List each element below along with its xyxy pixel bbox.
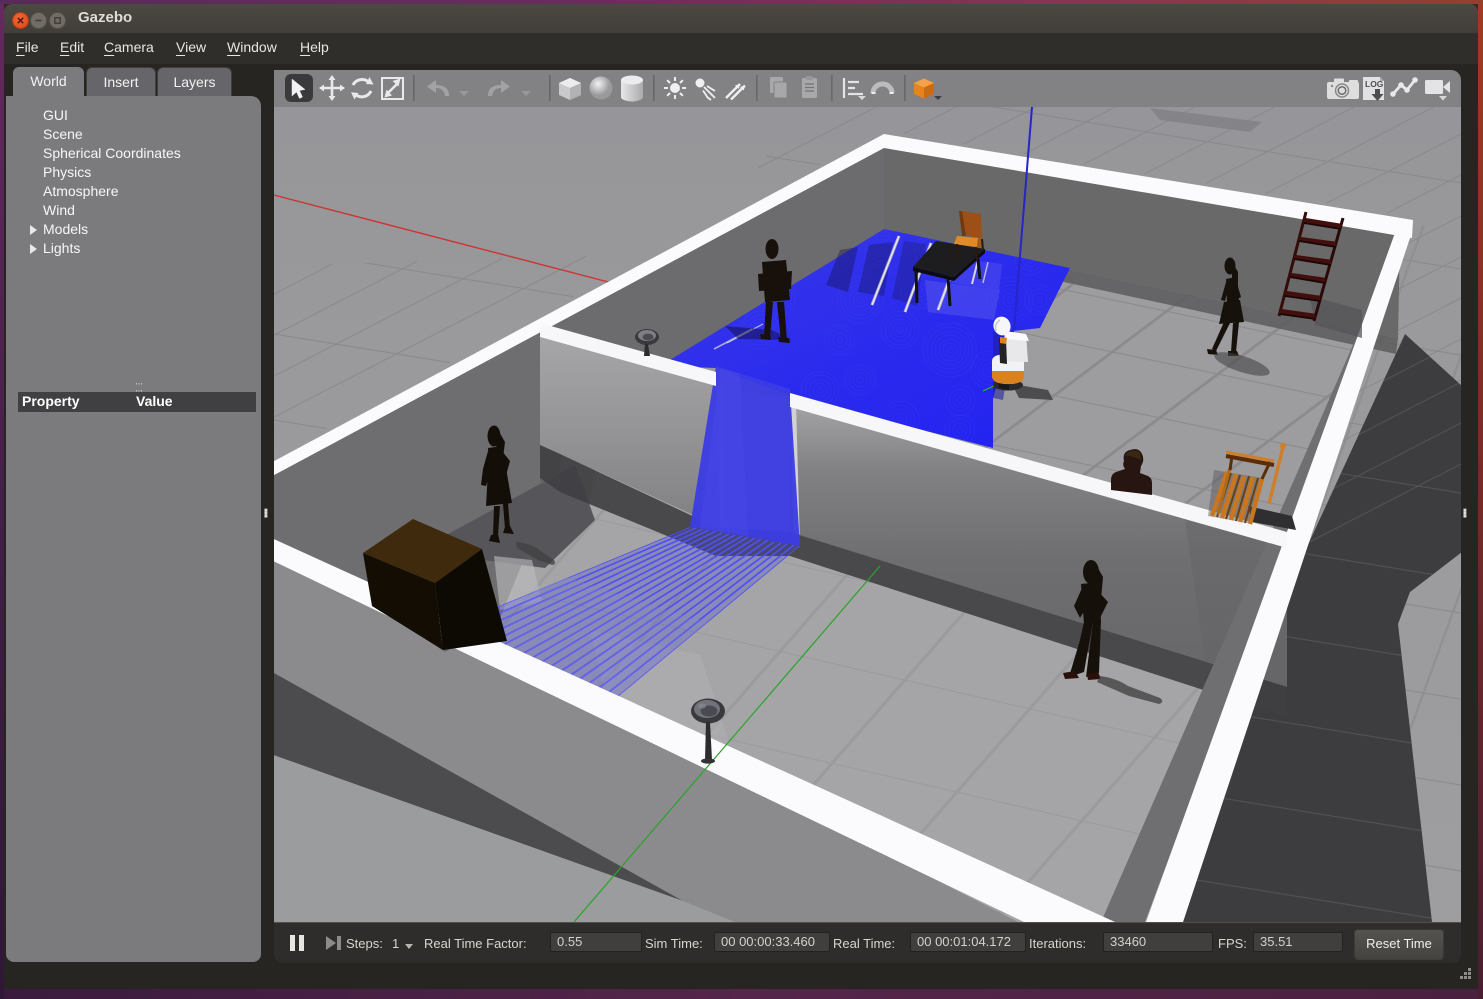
svg-text:LOG: LOG: [1365, 79, 1384, 89]
